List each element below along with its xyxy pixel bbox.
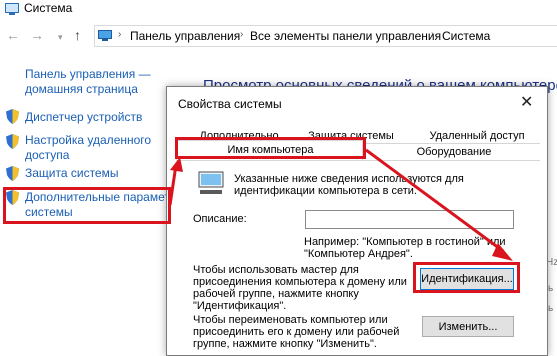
annotation-arrow <box>168 164 178 206</box>
arrow-head-icon <box>170 157 183 172</box>
annotation-arrows <box>168 148 513 261</box>
annotation-arrow <box>365 148 504 253</box>
